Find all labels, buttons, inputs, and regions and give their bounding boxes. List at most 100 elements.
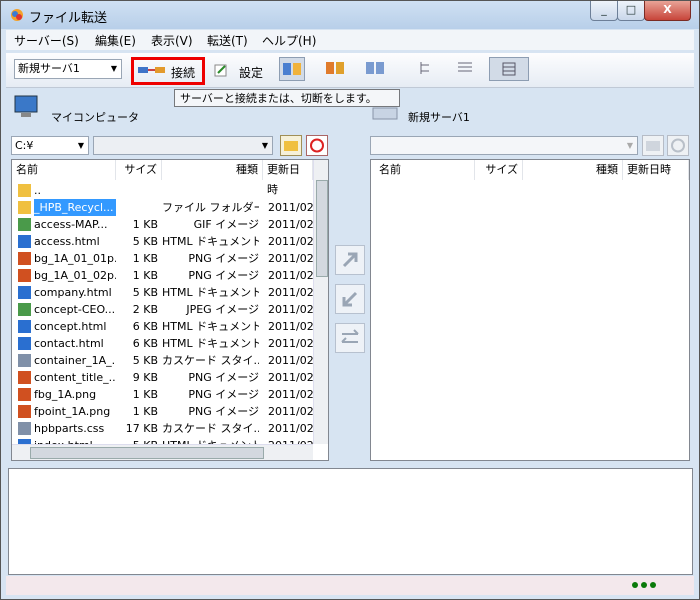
tree-view-button[interactable] (415, 57, 441, 81)
arrow-down-left-icon (342, 291, 358, 307)
remote-refresh-icon[interactable] (667, 135, 689, 156)
table-row[interactable]: access-MAP... 1 KB GIF イメージ 2011/02 (12, 216, 313, 233)
log-panel (8, 468, 693, 575)
table-row[interactable]: _HPB_Recycl... ファイル フォルダー 2011/02 (12, 199, 313, 216)
sync-button[interactable] (335, 323, 365, 353)
table-row[interactable]: bg_1A_01_01p... 1 KB PNG イメージ 2011/02 (12, 250, 313, 267)
file-date: 2011/02 (268, 337, 313, 350)
file-size: 5 KB (132, 286, 158, 299)
menu-help[interactable]: ヘルプ(H) (262, 32, 316, 49)
view-mode-1-button[interactable] (279, 57, 305, 81)
file-type: PNG イメージ (188, 269, 259, 282)
file-type: PNG イメージ (188, 252, 259, 265)
close-button[interactable]: X (644, 1, 691, 21)
table-row[interactable]: .. (12, 182, 313, 199)
table-row[interactable]: fbg_1A.png 1 KB PNG イメージ 2011/02 (12, 386, 313, 403)
remote-panel-title: 新規サーバ1 (408, 111, 470, 124)
column-name[interactable]: 名前 (371, 160, 475, 180)
html-file-icon (18, 286, 31, 299)
remote-parent-folder-icon[interactable] (642, 135, 664, 156)
horizontal-scrollbar[interactable] (12, 444, 313, 460)
chevron-down-icon: ▼ (261, 141, 268, 150)
file-name: contact.html (34, 337, 104, 350)
file-type: ファイル フォルダー (162, 201, 259, 214)
remote-path-select[interactable]: ▼ (370, 136, 638, 155)
view-mode-2-button[interactable] (323, 57, 349, 81)
menu-server[interactable]: サーバー(S) (14, 32, 79, 49)
table-row[interactable]: concept.html 6 KB HTML ドキュメント 2011/02 (12, 318, 313, 335)
table-row[interactable]: access.html 5 KB HTML ドキュメント 2011/02 (12, 233, 313, 250)
download-button[interactable] (335, 284, 365, 314)
image-file-icon (18, 269, 31, 282)
local-path-select[interactable]: ▼ (93, 136, 273, 155)
minimize-button[interactable]: _ (590, 1, 618, 21)
connect-tooltip: サーバーと接続または、切断をします。 (174, 89, 400, 107)
parent-folder-icon[interactable] (280, 135, 302, 156)
remote-file-list[interactable]: 名前 サイズ 種類 更新日時 (370, 159, 690, 461)
status-bar (6, 576, 694, 595)
vertical-scrollbar[interactable] (313, 160, 328, 444)
column-date[interactable]: 更新日時 (623, 160, 689, 180)
image-file-icon (18, 405, 31, 418)
column-size[interactable]: サイズ (475, 160, 523, 180)
file-type: PNG イメージ (188, 405, 259, 418)
column-size[interactable]: サイズ (116, 160, 162, 180)
column-name[interactable]: 名前 (12, 160, 116, 180)
table-row[interactable]: hpbparts.css 17 KB カスケード スタイ... 2011/02 (12, 420, 313, 437)
scrollbar-thumb[interactable] (30, 447, 264, 459)
table-row[interactable]: fpoint_1A.png 1 KB PNG イメージ 2011/02 (12, 403, 313, 420)
html-file-icon (18, 235, 31, 248)
menu-transfer[interactable]: 転送(T) (207, 32, 248, 49)
local-file-list[interactable]: 名前 サイズ 種類 更新日時 .. _HPB_Recycl... ファイル フォルダ… (11, 159, 329, 461)
table-row[interactable]: concept-CEO... 2 KB JPEG イメージ 2011/02 (12, 301, 313, 318)
file-date: 2011/02 (268, 320, 313, 333)
file-type: HTML ドキュメント (162, 337, 259, 350)
drive-select[interactable]: C:¥ ▼ (11, 136, 89, 155)
view-mode-3-button[interactable] (363, 57, 389, 81)
pencil-icon[interactable] (214, 63, 228, 77)
folder-icon (18, 184, 31, 197)
status-indicator-icon (632, 582, 656, 588)
file-size: 9 KB (132, 371, 158, 384)
file-type: JPEG イメージ (186, 303, 259, 316)
details-icon (502, 62, 516, 76)
table-row[interactable]: contact.html 6 KB HTML ドキュメント 2011/02 (12, 335, 313, 352)
column-type[interactable]: 種類 (523, 160, 623, 180)
list-view-button[interactable] (453, 57, 479, 81)
file-name: content_title_... (34, 371, 116, 384)
refresh-icon[interactable] (306, 135, 328, 156)
menu-edit[interactable]: 編集(E) (95, 32, 136, 49)
table-row[interactable]: bg_1A_01_02p... 1 KB PNG イメージ 2011/02 (12, 267, 313, 284)
file-name: fbg_1A.png (34, 388, 97, 401)
computer-icon (14, 95, 38, 117)
maximize-button[interactable]: □ (617, 1, 645, 21)
column-date[interactable]: 更新日時 (263, 160, 313, 196)
server-select[interactable]: 新規サーバ1 ▼ (14, 59, 122, 79)
column-type[interactable]: 種類 (162, 160, 263, 180)
file-type: PNG イメージ (188, 388, 259, 401)
file-name: hpbparts.css (34, 422, 105, 435)
settings-button[interactable]: 設定 (239, 64, 263, 81)
detail-view-button[interactable] (489, 57, 529, 81)
file-name: access-MAP... (34, 218, 108, 231)
file-date: 2011/02 (268, 218, 313, 231)
file-size: 5 KB (132, 354, 158, 367)
image-file-icon (18, 388, 31, 401)
menu-view[interactable]: 表示(V) (151, 32, 193, 49)
file-date: 2011/02 (268, 354, 313, 367)
file-transfer-window: ファイル転送 _ □ X サーバー(S) 編集(E) 表示(V) 転送(T) ヘ… (0, 0, 700, 600)
table-row[interactable]: container_1A_... 5 KB カスケード スタイ... 2011/02 (12, 352, 313, 369)
html-file-icon (18, 320, 31, 333)
scrollbar-thumb[interactable] (316, 180, 328, 277)
table-row[interactable]: content_title_... 9 KB PNG イメージ 2011/02 (12, 369, 313, 386)
upload-button[interactable] (335, 245, 365, 275)
file-date: 2011/02 (268, 388, 313, 401)
table-row[interactable]: company.html 5 KB HTML ドキュメント 2011/02 (12, 284, 313, 301)
menu-bar: サーバー(S) 編集(E) 表示(V) 転送(T) ヘルプ(H) (6, 30, 694, 50)
file-type: HTML ドキュメント (162, 320, 259, 333)
file-size: 1 KB (132, 269, 158, 282)
transfer-mode-icon (283, 63, 301, 75)
file-type: HTML ドキュメント (162, 235, 259, 248)
file-date: 2011/02 (268, 303, 313, 316)
file-size: 1 KB (132, 388, 158, 401)
